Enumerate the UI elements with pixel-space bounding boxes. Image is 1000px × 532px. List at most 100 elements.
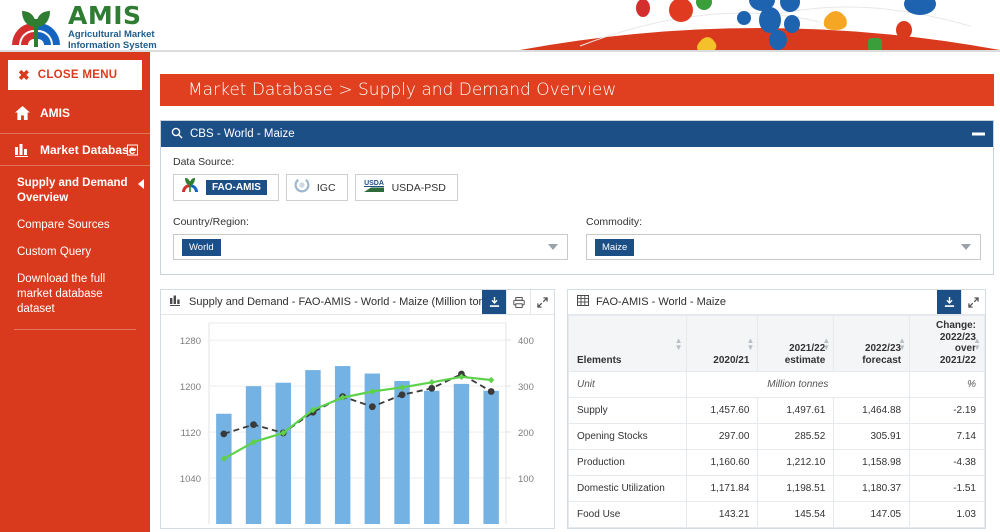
- row-2021-22: 1,198.51: [758, 476, 834, 502]
- chevron-down-icon: [961, 244, 971, 250]
- page-title-text: Market Database > Supply and Demand Over…: [188, 80, 616, 100]
- svg-text:400: 400: [518, 336, 534, 347]
- col-change-l1: Change:: [936, 320, 976, 331]
- table-icon: [577, 295, 589, 309]
- row-change: -1.51: [910, 476, 985, 502]
- commodity-chip: Maize: [595, 239, 634, 256]
- row-change: -2.19: [910, 398, 985, 424]
- row-2020-21: 297.00: [686, 424, 758, 450]
- row-change: 7.14: [910, 424, 985, 450]
- data-source-fao-amis[interactable]: FAO-AMIS: [173, 174, 279, 201]
- row-change: 1.03: [910, 502, 985, 528]
- col-2022-23-forecast[interactable]: 2022/23 forecast ▲▼: [834, 316, 910, 372]
- svg-text:100: 100: [518, 474, 534, 485]
- expand-icon[interactable]: [530, 290, 554, 314]
- data-source-usda-psd[interactable]: USDA USDA-PSD: [355, 174, 458, 201]
- unit-row: Unit Million tonnes %: [569, 372, 985, 398]
- top-banner: AMIS Agricultural Market Information Sys…: [0, 0, 1000, 52]
- collapse-section-icon[interactable]: [127, 144, 138, 155]
- data-source-igc[interactable]: IGC: [286, 174, 348, 201]
- table-card-header: FAO-AMIS - World - Maize: [568, 290, 985, 315]
- sidebar-item-supply-and-demand-overview[interactable]: Supply and Demand Overview: [0, 176, 150, 206]
- row-element: Domestic Utilization: [569, 476, 687, 502]
- row-2021-22: 1,212.10: [758, 450, 834, 476]
- table-card: FAO-AMIS - World - Maize Elements ▲▼: [567, 289, 986, 529]
- minimize-icon[interactable]: [972, 133, 985, 136]
- amis-logo[interactable]: AMIS Agricultural Market Information Sys…: [10, 2, 157, 51]
- download-icon[interactable]: [482, 290, 506, 314]
- svg-text:200: 200: [518, 428, 534, 439]
- col-2021-22-year: 2021/22: [789, 343, 825, 354]
- table-row: Production 1,160.60 1,212.10 1,158.98 -4…: [569, 450, 985, 476]
- row-2020-21: 143.21: [686, 502, 758, 528]
- sort-icon: ▲▼: [822, 337, 830, 351]
- svg-text:1120: 1120: [181, 428, 201, 439]
- sort-icon: ▲▼: [675, 337, 683, 351]
- cbs-panel: CBS - World - Maize Data Source:: [160, 120, 994, 275]
- svg-text:1200: 1200: [180, 382, 201, 393]
- cbs-panel-header: CBS - World - Maize: [161, 121, 993, 147]
- table-header-row: Elements ▲▼ 2020/21 ▲▼ 2021/22 estimate …: [569, 316, 985, 372]
- table-row: Domestic Utilization 1,171.84 1,198.51 1…: [569, 476, 985, 502]
- chevron-down-icon: [548, 244, 558, 250]
- brand-name: AMIS: [68, 3, 157, 28]
- page-title: Market Database > Supply and Demand Over…: [160, 74, 994, 106]
- chart-svg: 1040112012001280100200300400: [161, 315, 554, 524]
- col-2020-21[interactable]: 2020/21 ▲▼: [686, 316, 758, 372]
- table-title: FAO-AMIS - World - Maize: [596, 296, 726, 308]
- print-icon[interactable]: [506, 290, 530, 314]
- row-2020-21: 1,457.60: [686, 398, 758, 424]
- country-chip: World: [182, 239, 221, 256]
- svg-text:300: 300: [518, 382, 534, 393]
- supply-demand-table: Elements ▲▼ 2020/21 ▲▼ 2021/22 estimate …: [568, 315, 985, 528]
- col-change-l4: 2021/22: [940, 355, 976, 366]
- country-label: Country/Region:: [173, 216, 568, 228]
- sidebar-item-custom-query[interactable]: Custom Query: [0, 245, 150, 260]
- row-2021-22: 1,497.61: [758, 398, 834, 424]
- row-2020-21: 1,171.84: [686, 476, 758, 502]
- row-change: -4.38: [910, 450, 985, 476]
- commodity-label: Commodity:: [586, 216, 981, 228]
- data-source-label: Data Source:: [173, 156, 981, 168]
- sidebar-item-download-dataset[interactable]: Download the full market database datase…: [0, 272, 150, 317]
- country-select[interactable]: World: [173, 234, 568, 260]
- sidebar-item-compare-sources[interactable]: Compare Sources: [0, 218, 150, 233]
- row-2022-23: 1,464.88: [834, 398, 910, 424]
- close-menu-button[interactable]: ✖ CLOSE MENU: [8, 60, 142, 90]
- unit-value: Million tonnes: [686, 372, 910, 398]
- row-2022-23: 1,158.98: [834, 450, 910, 476]
- row-2022-23: 1,180.37: [834, 476, 910, 502]
- sidebar-section-market-database[interactable]: Market Database: [0, 133, 150, 166]
- chart-plot: 1040112012001280100200300400: [161, 315, 554, 524]
- amis-logo-mark: [10, 5, 62, 49]
- country-filter: Country/Region: World: [173, 216, 568, 260]
- sidebar: ✖ CLOSE MENU AMIS Market Database Supply…: [0, 52, 150, 532]
- sidebar-subnav: Supply and Demand Overview Compare Sourc…: [0, 166, 150, 317]
- data-source-fao-amis-label: FAO-AMIS: [206, 180, 267, 195]
- col-elements[interactable]: Elements ▲▼: [569, 316, 687, 372]
- chart-card-header: Supply and Demand - FAO-AMIS - World - M…: [161, 290, 554, 315]
- commodity-filter: Commodity: Maize: [586, 216, 981, 260]
- row-element: Opening Stocks: [569, 424, 687, 450]
- table-row: Opening Stocks 297.00 285.52 305.91 7.14: [569, 424, 985, 450]
- chart-header-actions: [482, 290, 554, 314]
- row-2022-23: 147.05: [834, 502, 910, 528]
- col-2021-22-estimate[interactable]: 2021/22 estimate ▲▼: [758, 316, 834, 372]
- sidebar-item-amis[interactable]: AMIS: [0, 96, 150, 129]
- download-icon[interactable]: [937, 290, 961, 314]
- data-source-group: FAO-AMIS IGC USDA: [173, 174, 981, 201]
- bar-chart-icon: [14, 143, 31, 157]
- logo-text: AMIS Agricultural Market Information Sys…: [68, 2, 157, 51]
- commodity-select[interactable]: Maize: [586, 234, 981, 260]
- table-header-actions: [937, 290, 985, 314]
- row-2022-23: 305.91: [834, 424, 910, 450]
- svg-text:1280: 1280: [180, 336, 201, 347]
- row-2020-21: 1,160.60: [686, 450, 758, 476]
- expand-icon[interactable]: [961, 290, 985, 314]
- col-2020-21-label: 2020/21: [713, 355, 749, 366]
- close-icon: ✖: [18, 68, 30, 82]
- col-change[interactable]: Change: 2022/23 over 2021/22 ▲▼: [910, 316, 985, 372]
- banner-decoration: [520, 0, 1000, 50]
- unit-label: Unit: [569, 372, 687, 398]
- table-body: Unit Million tonnes % Supply 1,457.60 1,…: [569, 372, 985, 528]
